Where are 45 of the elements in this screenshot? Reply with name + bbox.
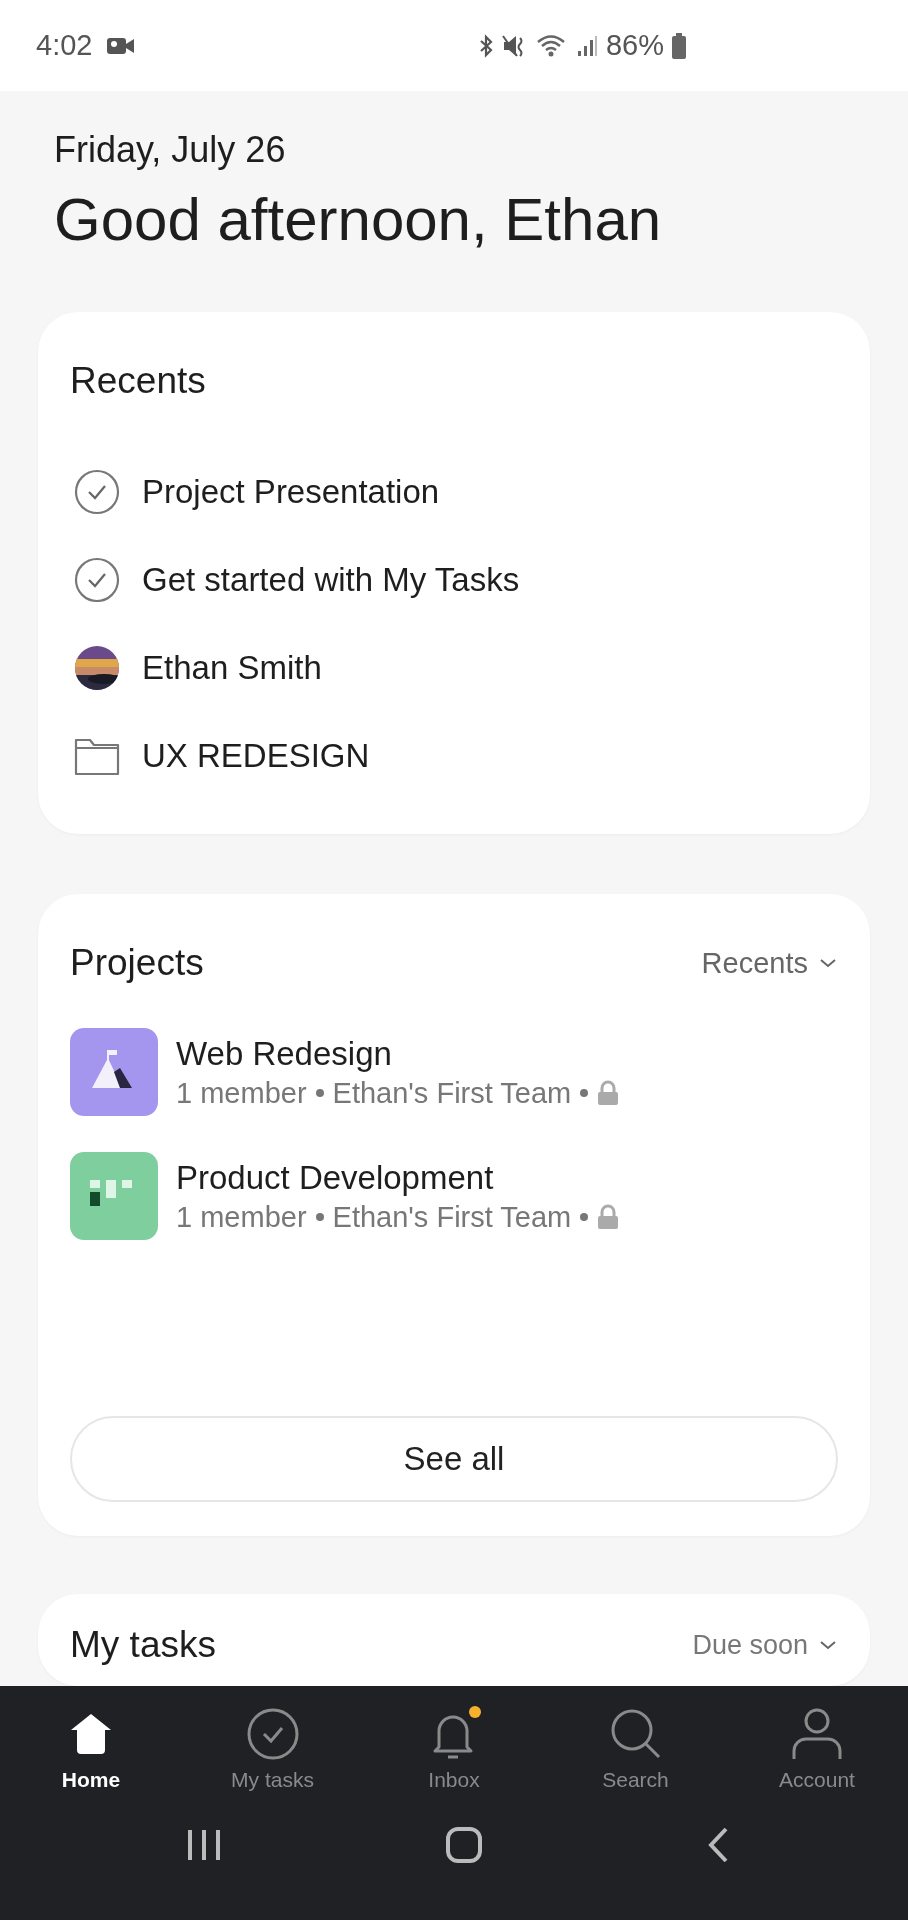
battery-percentage: 86% xyxy=(605,29,664,62)
card-title: Projects xyxy=(70,942,204,984)
battery-icon xyxy=(672,32,686,59)
tab[interactable]: Inbox xyxy=(383,1706,525,1792)
chevron-down-icon xyxy=(818,1639,838,1651)
sort-dropdown[interactable]: Recents xyxy=(701,946,838,980)
project-team: Ethan's First Team xyxy=(332,1200,572,1234)
lock-icon xyxy=(597,1080,620,1106)
project-team: Ethan's First Team xyxy=(332,1076,572,1110)
home-button-icon[interactable] xyxy=(445,1826,483,1864)
bullet-icon xyxy=(579,1088,590,1098)
mountain-flag-icon[interactable] xyxy=(70,1028,158,1116)
bullet-icon xyxy=(314,1088,325,1098)
tab[interactable]: Search xyxy=(564,1706,707,1792)
folder-icon xyxy=(74,736,120,776)
tab[interactable]: Home xyxy=(20,1706,162,1792)
recent-item[interactable]: Ethan Smith xyxy=(142,649,322,687)
greeting-title: Good afternoon, Ethan xyxy=(54,185,663,254)
project-members: 1 member xyxy=(176,1076,307,1110)
recent-item[interactable]: UX REDESIGN xyxy=(142,737,370,775)
date-text: Friday, July 26 xyxy=(54,129,287,171)
tab[interactable]: My tasks xyxy=(201,1706,344,1792)
tab[interactable]: Account xyxy=(746,1706,888,1792)
recent-item[interactable]: Get started with My Tasks xyxy=(142,561,520,599)
chevron-down-icon xyxy=(818,957,838,969)
video-camera-icon xyxy=(106,35,137,56)
project-name[interactable]: Web Redesign xyxy=(176,1034,620,1073)
bullet-icon xyxy=(579,1212,590,1222)
back-icon[interactable] xyxy=(706,1826,730,1864)
see-all-button[interactable]: See all xyxy=(70,1416,838,1502)
card-title: Recents xyxy=(70,360,207,402)
clock: 4:02 xyxy=(36,29,93,62)
check-circle-icon xyxy=(74,557,120,603)
recent-item[interactable]: Project Presentation xyxy=(142,473,440,511)
project-name[interactable]: Product Development xyxy=(176,1158,620,1197)
signal-icon xyxy=(575,33,598,58)
check-circle-icon xyxy=(74,469,120,515)
lock-icon xyxy=(597,1204,620,1230)
recent-apps-icon[interactable] xyxy=(186,1828,222,1862)
check-circle-icon xyxy=(246,1708,299,1760)
sort-dropdown[interactable]: Due soon xyxy=(692,1629,838,1661)
project-members: 1 member xyxy=(176,1200,307,1234)
card-title: My tasks xyxy=(70,1624,216,1666)
bullet-icon xyxy=(314,1212,325,1222)
person-icon xyxy=(791,1707,843,1761)
